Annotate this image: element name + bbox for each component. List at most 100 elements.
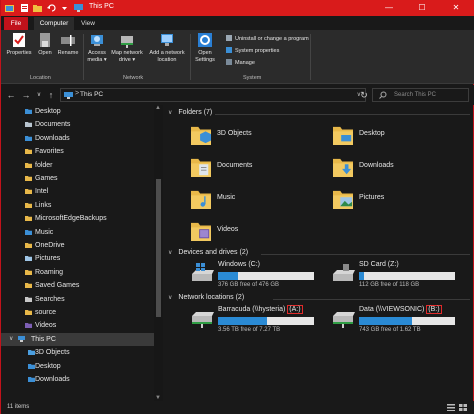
scroll-thumb[interactable] bbox=[156, 179, 161, 317]
nav-item[interactable]: Games bbox=[1, 172, 154, 185]
system-properties-label: System properties bbox=[235, 48, 280, 54]
ribbon-divider bbox=[310, 34, 311, 80]
nav-item[interactable]: Saved Games bbox=[1, 279, 154, 292]
system-properties-button[interactable]: System properties bbox=[226, 47, 279, 54]
folder-name: Pictures bbox=[359, 194, 385, 201]
network-location-tile[interactable]: Barracuda (\\hysteria) (A:) 3.56 TB free … bbox=[190, 305, 340, 335]
add-location-icon bbox=[161, 34, 173, 46]
undo-quick-icon[interactable] bbox=[47, 3, 56, 13]
nav-item[interactable]: folder bbox=[1, 159, 154, 172]
drive-free-space: 743 GB free of 1.62 TB bbox=[359, 327, 421, 333]
breadcrumb-this-pc[interactable]: This PC bbox=[80, 91, 103, 98]
map-drive-label-2: drive ▾ bbox=[118, 57, 136, 63]
location-group-label: Location bbox=[30, 75, 51, 81]
nav-item[interactable]: OneDrive bbox=[1, 239, 154, 252]
nav-item-label: Intel bbox=[35, 188, 49, 196]
properties-quick-icon[interactable] bbox=[20, 3, 29, 13]
nav-item[interactable]: Desktop bbox=[1, 360, 154, 373]
tab-computer[interactable]: Computer bbox=[34, 17, 74, 30]
folder-tile[interactable]: Music bbox=[191, 186, 341, 216]
folder-icon bbox=[25, 269, 32, 275]
uninstall-icon bbox=[226, 35, 232, 41]
up-button[interactable]: ↑ bbox=[46, 89, 56, 101]
explorer-app-icon[interactable] bbox=[5, 3, 14, 13]
refresh-button[interactable]: ↻ bbox=[358, 88, 370, 102]
network-group-label: Network bbox=[123, 75, 144, 81]
nav-item[interactable]: Favorites bbox=[1, 145, 154, 158]
nav-item[interactable]: Downloads bbox=[1, 373, 154, 386]
nav-item[interactable]: Desktop bbox=[1, 105, 154, 118]
open-button[interactable]: Open bbox=[35, 32, 55, 57]
network-section-header[interactable]: ∨ Network locations (2) bbox=[168, 294, 244, 301]
nav-item-label: Favorites bbox=[35, 148, 64, 156]
nav-item[interactable]: Roaming bbox=[1, 266, 154, 279]
maximize-button[interactable]: ☐ bbox=[410, 0, 434, 16]
drive-tile[interactable]: Windows (C:) 376 GB free of 476 GB bbox=[190, 260, 340, 290]
nav-item[interactable]: Links bbox=[1, 199, 154, 212]
open-settings-label-1: Open bbox=[198, 50, 212, 56]
folder-tile[interactable]: Desktop bbox=[333, 122, 474, 152]
folders-header-label: Folders (7) bbox=[178, 109, 213, 116]
back-button[interactable]: ← bbox=[6, 89, 16, 101]
customize-quick-access-icon[interactable] bbox=[60, 3, 69, 13]
network-drive-icon bbox=[192, 312, 214, 328]
item-count: 11 items bbox=[7, 404, 30, 410]
details-view-icon[interactable] bbox=[447, 404, 455, 411]
uninstall-program-button[interactable]: Uninstall or change a program bbox=[226, 35, 309, 42]
close-button[interactable]: ✕ bbox=[444, 0, 468, 16]
folder-tile[interactable]: Documents bbox=[191, 154, 341, 184]
scroll-up-arrow[interactable]: ▲ bbox=[155, 105, 161, 111]
folder-tile[interactable]: Downloads bbox=[333, 154, 474, 184]
rename-button[interactable]: Rename bbox=[57, 32, 79, 57]
manage-button[interactable]: Manage bbox=[226, 59, 255, 66]
folder-tile[interactable]: Pictures bbox=[333, 186, 474, 216]
open-settings-button[interactable]: Open Settings bbox=[192, 32, 218, 64]
drive-usage-fill bbox=[359, 272, 364, 280]
drive-tile[interactable]: SD Card (Z:) 112 GB free of 118 GB bbox=[331, 260, 474, 290]
large-icons-view-icon[interactable] bbox=[459, 404, 467, 411]
nav-item[interactable]: source bbox=[1, 306, 154, 319]
nav-item-label: Games bbox=[35, 175, 58, 182]
folder-tile[interactable]: Videos bbox=[191, 218, 341, 248]
search-icon bbox=[379, 91, 387, 99]
address-bar[interactable]: > This PC ∨ bbox=[60, 88, 366, 102]
videos-folder-icon bbox=[191, 222, 211, 241]
tab-view[interactable]: View bbox=[76, 17, 100, 30]
new-folder-quick-icon[interactable] bbox=[33, 3, 42, 13]
nav-item-label: Music bbox=[35, 228, 54, 236]
removable-drive-icon bbox=[333, 264, 355, 281]
nav-item[interactable]: Searches bbox=[1, 293, 154, 306]
nav-item[interactable]: Videos bbox=[1, 319, 154, 332]
expand-chevron-icon[interactable]: ∨ bbox=[9, 333, 13, 346]
nav-item-this-pc[interactable]: ∨ This PC bbox=[1, 333, 154, 347]
nav-item[interactable]: Music bbox=[1, 226, 154, 239]
map-network-drive-button[interactable]: Map network drive ▾ bbox=[109, 32, 145, 64]
nav-item[interactable]: Pictures bbox=[1, 252, 154, 265]
star-icon bbox=[25, 149, 32, 155]
folders-section-header[interactable]: ∨ Folders (7) bbox=[168, 109, 212, 116]
recent-locations-button[interactable]: ∨ bbox=[34, 89, 44, 101]
this-pc-title-icon bbox=[74, 4, 83, 12]
nav-item[interactable]: 3D Objects bbox=[1, 346, 154, 359]
network-location-tile[interactable]: Data (\\VIEWSONIC) (B:) 743 GB free of 1.… bbox=[331, 305, 474, 335]
add-network-location-button[interactable]: Add a network location bbox=[145, 32, 189, 64]
map-drive-icon bbox=[121, 36, 133, 48]
tab-file[interactable]: File bbox=[4, 17, 28, 30]
search-box[interactable]: Search This PC bbox=[372, 88, 469, 102]
nav-item[interactable]: Documents bbox=[1, 118, 154, 131]
properties-label: Properties bbox=[6, 50, 32, 56]
nav-item[interactable]: Downloads bbox=[1, 132, 154, 145]
saved-games-icon bbox=[25, 283, 32, 289]
devices-section-header[interactable]: ∨ Devices and drives (2) bbox=[168, 249, 248, 256]
nav-item[interactable]: MicrosoftEdgeBackups bbox=[1, 212, 154, 225]
properties-button[interactable]: Properties bbox=[5, 32, 33, 57]
folder-blue-icon bbox=[28, 377, 35, 382]
folder-tile[interactable]: 3D Objects bbox=[191, 122, 341, 152]
3d-objects-icon bbox=[191, 126, 211, 145]
nav-scrollbar[interactable]: ▲ ▼ bbox=[154, 105, 163, 401]
access-media-button[interactable]: Access media ▾ bbox=[85, 32, 109, 64]
minimize-button[interactable]: — bbox=[377, 0, 401, 16]
forward-button[interactable]: → bbox=[21, 89, 31, 101]
system-group-label: System bbox=[243, 75, 262, 81]
nav-item[interactable]: Intel bbox=[1, 185, 154, 198]
